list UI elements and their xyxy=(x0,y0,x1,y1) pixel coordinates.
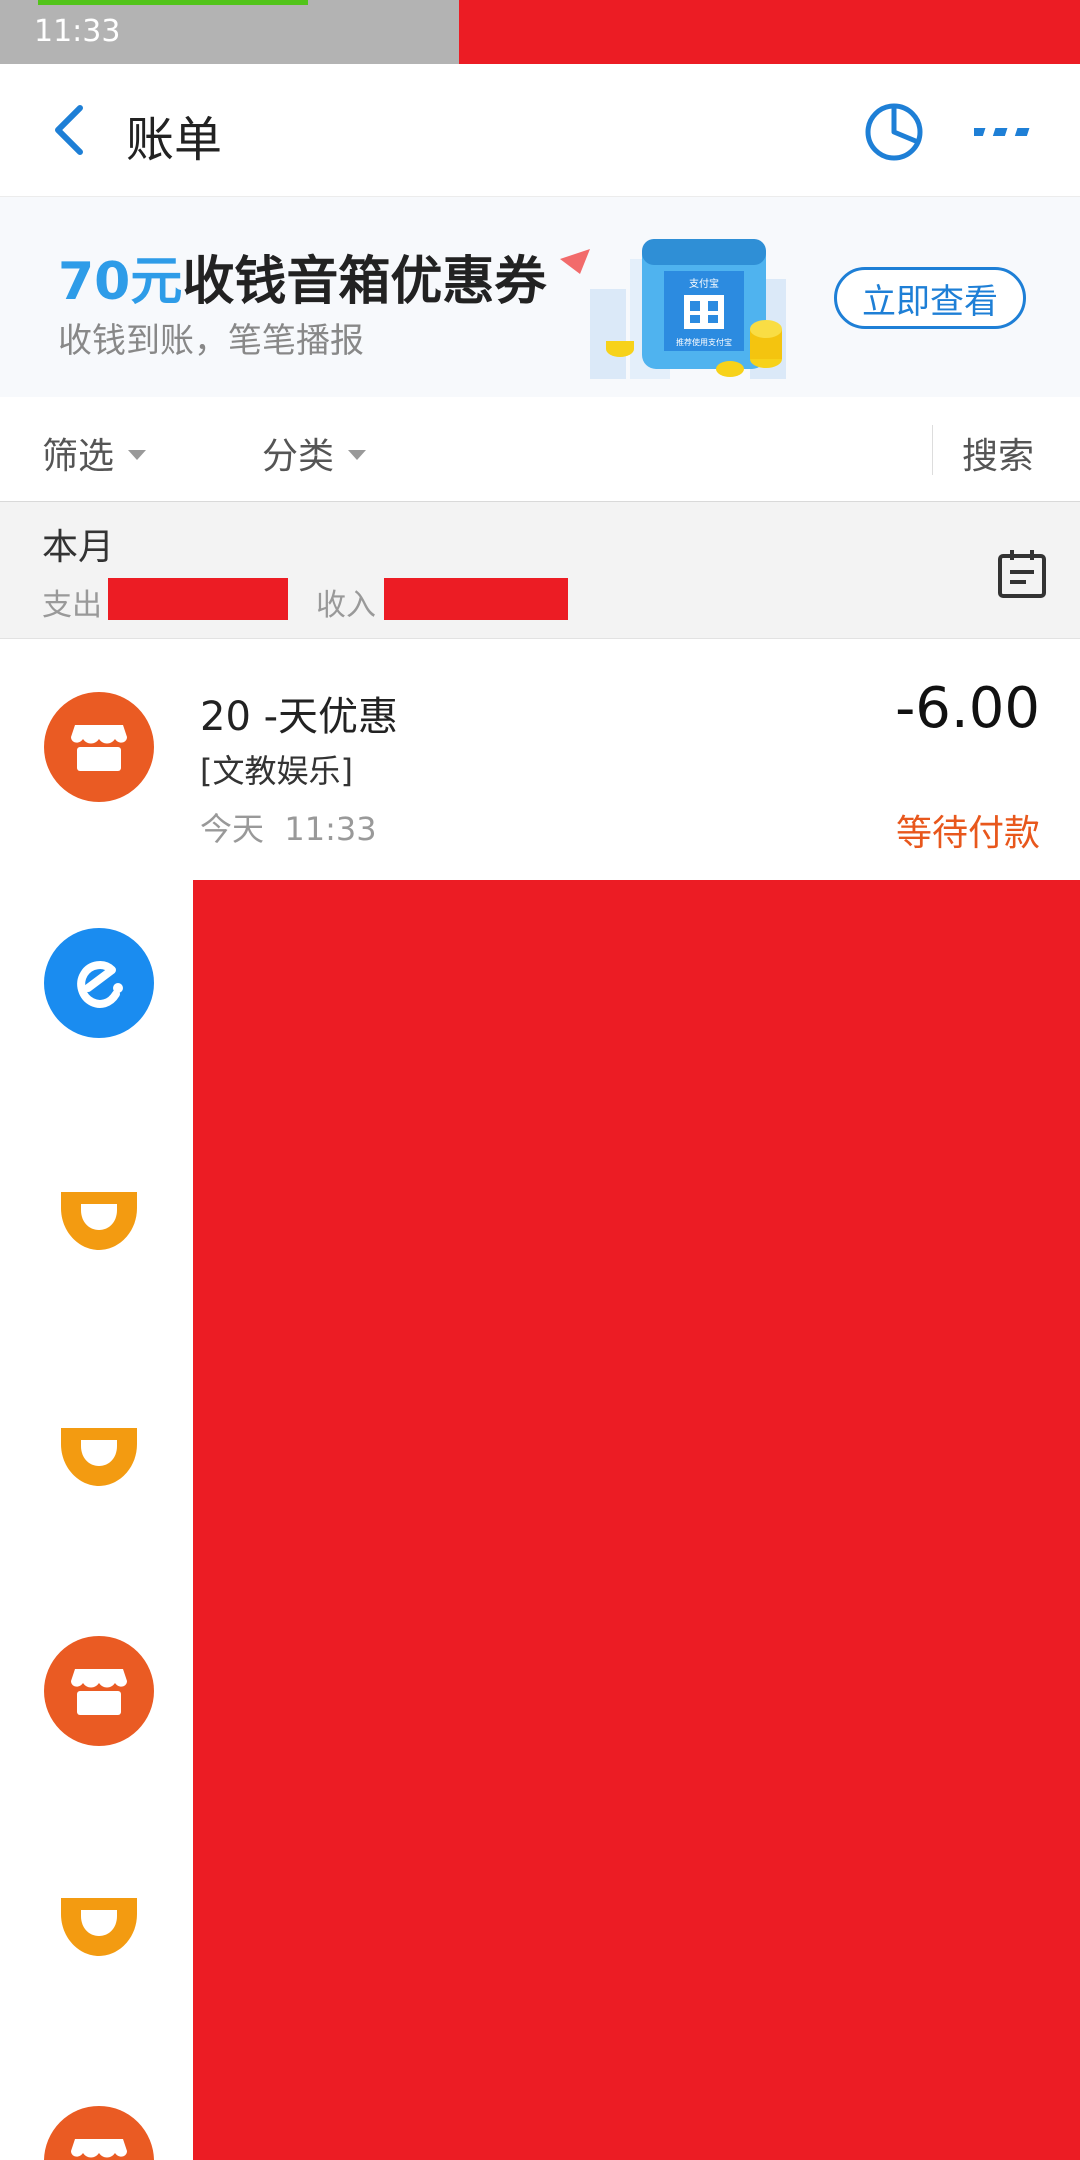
filter-label: 筛选 xyxy=(42,436,115,477)
shop-icon xyxy=(44,692,154,802)
dropdown-caret-icon xyxy=(128,450,147,460)
transaction-time: 今天 11:33 xyxy=(200,804,377,850)
more-button[interactable] xyxy=(970,114,1038,150)
month-summary: 本月 支出 收入 xyxy=(0,502,1080,639)
pie-chart-icon xyxy=(865,103,923,161)
transaction-date: 今天 xyxy=(200,810,265,848)
status-indicator xyxy=(38,0,308,5)
eleme-icon xyxy=(44,928,154,1038)
payment-speaker-illustration: 支付宝 推荐使用支付宝 xyxy=(560,239,786,379)
calendar-button[interactable] xyxy=(996,548,1048,600)
promo-banner[interactable]: 70元收钱音箱优惠券 收钱到账，笔笔播报 支付宝 推荐使用支付宝 立即查看 xyxy=(0,197,1080,397)
page-title: 账单 xyxy=(126,112,223,168)
back-button[interactable] xyxy=(40,102,96,158)
expense-label: 支出 xyxy=(42,588,102,623)
category-dropdown[interactable]: 分类 xyxy=(262,427,367,479)
redaction-block xyxy=(108,578,288,620)
banner-title-accent: 70元 xyxy=(58,252,183,312)
banner-subtitle: 收钱到账，笔笔播报 xyxy=(58,321,364,361)
category-label: 分类 xyxy=(262,436,335,477)
transaction-row[interactable]: 20 -天优惠 [文教娱乐] 今天 11:33 -6.00 等待付款 xyxy=(0,640,1080,876)
art-brand-text: 支付宝 xyxy=(689,277,719,290)
income-label: 收入 xyxy=(316,588,376,623)
filter-dropdown[interactable]: 筛选 xyxy=(42,427,147,479)
redaction-block xyxy=(193,880,1080,2160)
redaction-block xyxy=(384,578,568,620)
app-header: 账单 xyxy=(0,64,1080,197)
status-bar: 11:33 xyxy=(0,0,1080,64)
divider xyxy=(932,425,933,475)
transaction-status: 等待付款 xyxy=(895,813,1040,854)
transaction-amount: -6.00 xyxy=(895,676,1040,741)
art-caption-text: 推荐使用支付宝 xyxy=(676,337,732,347)
transaction-category: [文教娱乐] xyxy=(200,752,353,790)
transaction-clock: 11:33 xyxy=(284,810,377,848)
status-time: 11:33 xyxy=(34,14,121,49)
transaction-title: 20 -天优惠 xyxy=(200,694,399,740)
filter-bar: 筛选 分类 搜索 xyxy=(0,397,1080,502)
didi-icon xyxy=(44,1870,154,1980)
back-arrow-icon xyxy=(55,105,83,155)
banner-title: 70元收钱音箱优惠券 xyxy=(58,239,546,314)
redaction-block xyxy=(459,0,1080,64)
didi-icon xyxy=(44,1164,154,1274)
calendar-icon xyxy=(998,550,1046,598)
shop-icon xyxy=(44,1636,154,1746)
month-label: 本月 xyxy=(42,527,115,568)
more-dots-icon xyxy=(970,128,1030,136)
shop-icon xyxy=(44,2106,154,2160)
statistics-button[interactable] xyxy=(862,100,926,164)
view-now-button[interactable]: 立即查看 xyxy=(834,267,1026,329)
banner-title-rest: 收钱音箱优惠券 xyxy=(182,252,547,312)
search-button[interactable]: 搜索 xyxy=(962,427,1034,479)
dropdown-caret-icon xyxy=(348,450,367,460)
didi-icon xyxy=(44,1400,154,1510)
